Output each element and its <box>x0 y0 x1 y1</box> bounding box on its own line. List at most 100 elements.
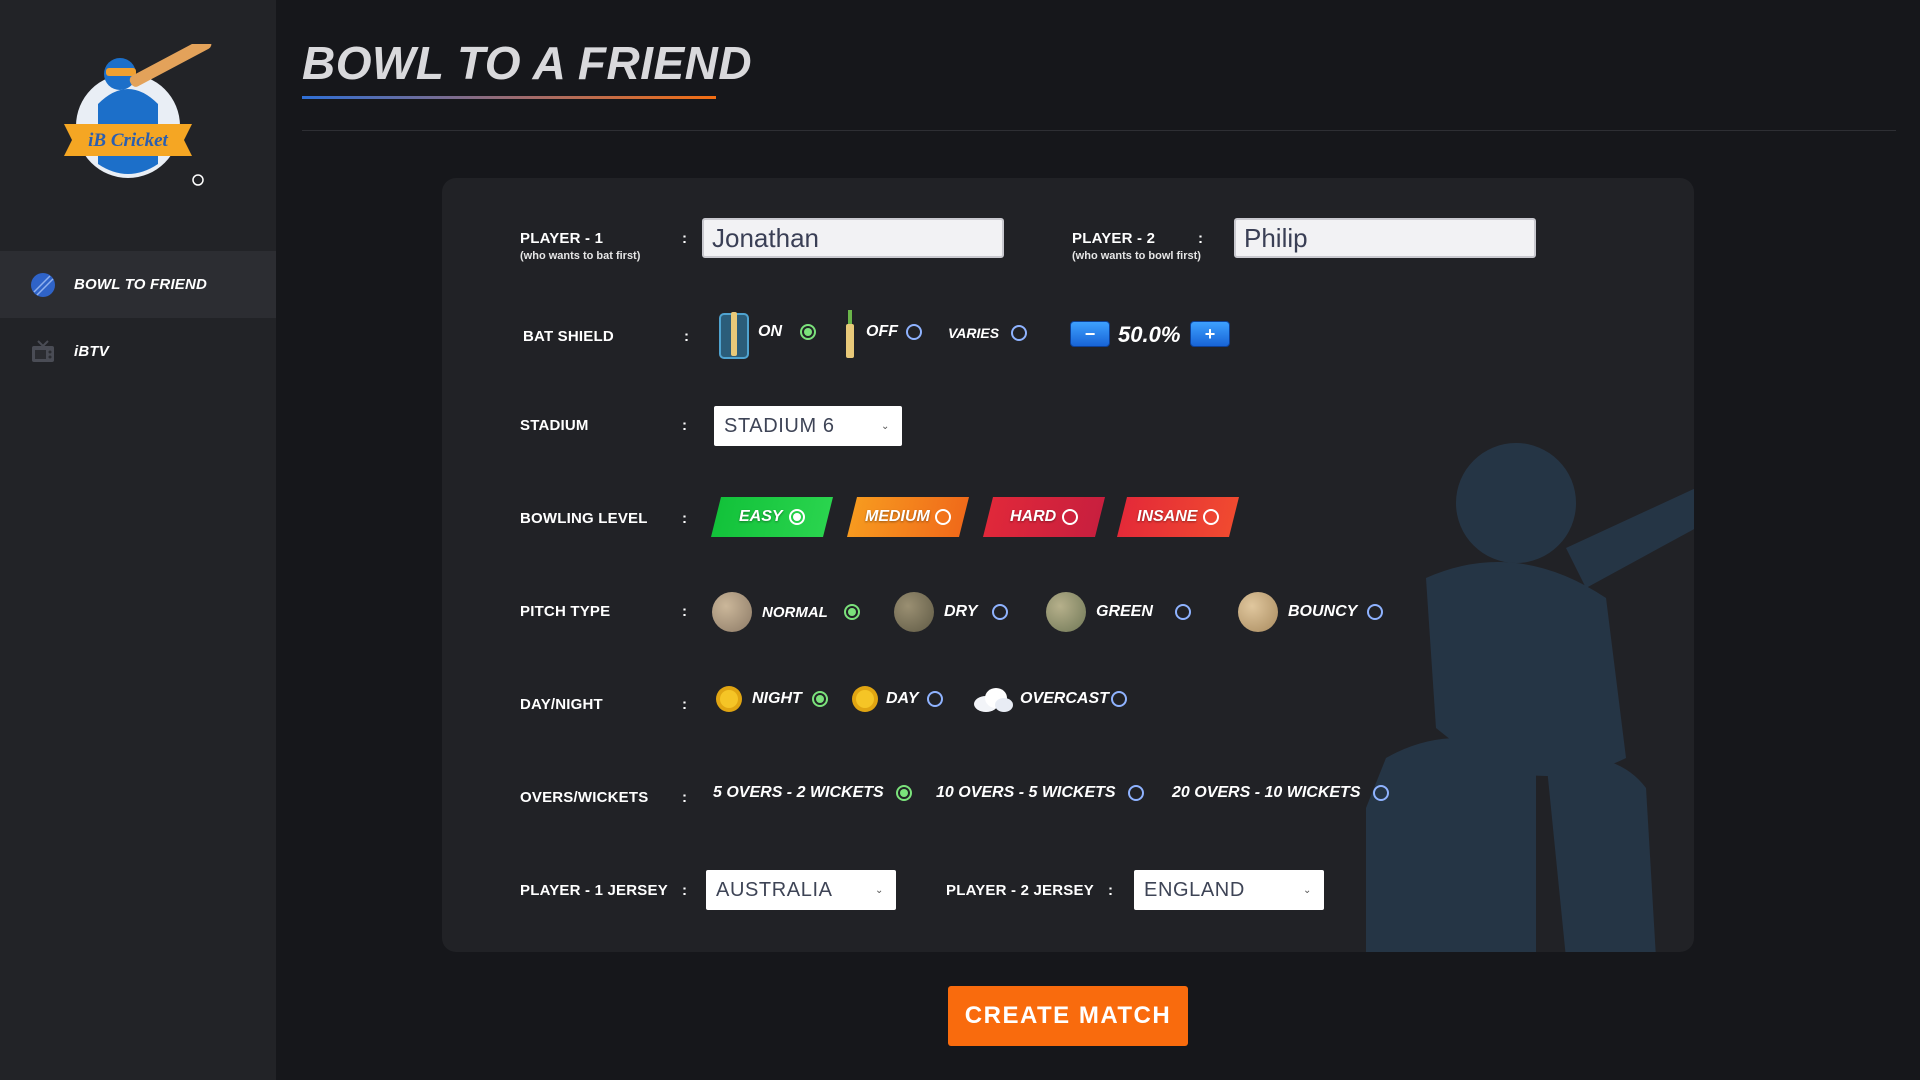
bowling-level-medium[interactable]: MEDIUM <box>847 497 969 537</box>
decrease-percent-button[interactable]: − <box>1070 321 1110 347</box>
sun-icon <box>716 686 742 712</box>
overcast-radio[interactable] <box>1110 691 1127 707</box>
bat-shield-on-label: ON <box>758 323 782 340</box>
overs-20-label: 20 OVERS - 10 WICKETS <box>1172 784 1361 801</box>
pitch-green-label: GREEN <box>1096 603 1153 620</box>
cloud-icon <box>974 688 1013 712</box>
pitch-green-option[interactable]: GREEN <box>1046 592 1191 632</box>
bat-shield-off-option[interactable]: OFF <box>866 323 922 341</box>
night-label: NIGHT <box>752 690 802 707</box>
overs-10-option[interactable]: 10 OVERS - 5 WICKETS <box>936 784 1144 802</box>
pitch-dry-option[interactable]: DRY <box>894 592 1008 632</box>
colon: : <box>682 230 687 247</box>
bowling-level-hard-radio[interactable] <box>1062 509 1079 525</box>
overs-5-radio[interactable] <box>895 785 912 801</box>
page-title: BOWL TO A FRIEND <box>302 37 753 89</box>
player1-jersey-select[interactable]: AUSTRALIA ⌄ <box>706 870 896 910</box>
bowling-level-label: BOWLING LEVEL <box>520 510 648 527</box>
sidebar: iB Cricket BOWL TO FRIEND iBTV <box>0 0 276 1080</box>
overs-20-option[interactable]: 20 OVERS - 10 WICKETS <box>1172 784 1389 802</box>
pitch-bouncy-label: BOUNCY <box>1288 603 1358 620</box>
player1-jersey-label: PLAYER - 1 JERSEY <box>520 882 668 899</box>
overs-10-radio[interactable] <box>1127 785 1144 801</box>
player2-label: PLAYER - 2 <box>1072 230 1156 247</box>
bowling-level-insane[interactable]: INSANE <box>1117 497 1239 537</box>
colon: : <box>684 328 689 345</box>
tv-icon <box>32 339 54 362</box>
pitch-bouncy-radio[interactable] <box>1367 604 1384 620</box>
player1-label: PLAYER - 1 <box>520 230 604 247</box>
bowling-level-easy-radio[interactable] <box>788 509 805 525</box>
colon: : <box>682 882 687 899</box>
title-underline <box>302 96 716 99</box>
pitch-dry-radio[interactable] <box>991 604 1008 620</box>
chevron-down-icon: ⌄ <box>881 420 890 432</box>
bat-shield-off-radio[interactable] <box>906 324 922 340</box>
bat-shield-off-label: OFF <box>866 323 898 340</box>
sidebar-item-bowl-to-friend[interactable]: BOWL TO FRIEND <box>0 251 276 318</box>
bat-shield-percent: 50.0% <box>1118 322 1181 347</box>
ib-cricket-logo[interactable]: iB Cricket <box>58 44 218 194</box>
overs-5-option[interactable]: 5 OVERS - 2 WICKETS <box>713 784 912 802</box>
colon: : <box>682 417 687 434</box>
stadium-select[interactable]: STADIUM 6 ⌄ <box>714 406 902 446</box>
day-night-label: DAY/NIGHT <box>520 696 603 713</box>
pitch-normal-icon <box>712 592 752 632</box>
sidebar-item-label: BOWL TO FRIEND <box>74 276 208 293</box>
pitch-bouncy-option[interactable]: BOUNCY <box>1238 592 1384 632</box>
bowling-level-insane-radio[interactable] <box>1203 509 1220 525</box>
overs-5-label: 5 OVERS - 2 WICKETS <box>713 784 884 801</box>
day-option[interactable]: DAY <box>850 684 943 714</box>
colon: : <box>1198 230 1203 247</box>
cricket-ball-icon <box>31 272 55 297</box>
bowling-level-easy-label: EASY <box>739 508 783 525</box>
colon: : <box>1108 882 1113 899</box>
player2-jersey-label: PLAYER - 2 JERSEY <box>946 882 1094 899</box>
pitch-green-radio[interactable] <box>1174 604 1191 620</box>
bat-shield-on-option[interactable]: ON <box>758 323 816 341</box>
logo-text: iB Cricket <box>88 130 168 151</box>
player2-sublabel: (who wants to bowl first) <box>1072 250 1201 262</box>
colon: : <box>682 696 687 713</box>
match-settings-panel: PLAYER - 1 (who wants to bat first) : PL… <box>442 178 1694 952</box>
chevron-down-icon: ⌄ <box>1303 884 1312 896</box>
bat-shield-on-radio[interactable] <box>800 324 816 340</box>
bat-shield-off-icon <box>846 310 854 358</box>
bowling-level-hard-label: HARD <box>1009 508 1057 525</box>
bowling-level-medium-radio[interactable] <box>935 509 952 525</box>
create-match-button[interactable]: CREATE MATCH <box>948 986 1188 1046</box>
night-option[interactable]: NIGHT <box>714 684 828 714</box>
colon: : <box>682 510 687 527</box>
stadium-label: STADIUM <box>520 417 589 434</box>
sidebar-item-ibtv[interactable]: iBTV <box>0 318 276 385</box>
pitch-normal-option[interactable]: NORMAL <box>712 592 860 632</box>
night-radio[interactable] <box>811 691 828 707</box>
player2-jersey-value: ENGLAND <box>1144 878 1245 901</box>
bat-shield-varies-label: VARIES <box>948 325 1000 341</box>
overs-wickets-label: OVERS/WICKETS <box>520 789 649 806</box>
bowling-level-easy[interactable]: EASY <box>711 497 833 537</box>
pitch-normal-label: NORMAL <box>762 603 828 621</box>
bowling-level-hard[interactable]: HARD <box>983 497 1105 537</box>
sun-icon <box>852 686 878 712</box>
pitch-dry-label: DRY <box>944 603 978 620</box>
bat-shield-varies-option[interactable]: VARIES <box>948 325 1028 341</box>
pitch-normal-radio[interactable] <box>843 604 860 620</box>
overcast-option[interactable]: OVERCAST <box>972 684 1127 714</box>
player1-name-input[interactable] <box>702 218 1004 258</box>
colon: : <box>682 789 687 806</box>
pitch-bouncy-icon <box>1238 592 1278 632</box>
chevron-down-icon: ⌄ <box>875 884 884 896</box>
player2-name-input[interactable] <box>1234 218 1536 258</box>
day-radio[interactable] <box>926 691 943 707</box>
overs-20-radio[interactable] <box>1372 785 1389 801</box>
pitch-green-icon <box>1046 592 1086 632</box>
colon: : <box>682 603 687 620</box>
player1-jersey-value: AUSTRALIA <box>716 878 833 901</box>
sidebar-item-label: iBTV <box>74 343 109 360</box>
pitch-dry-icon <box>894 592 934 632</box>
player2-jersey-select[interactable]: ENGLAND ⌄ <box>1134 870 1324 910</box>
bat-shield-varies-radio[interactable] <box>1011 325 1028 341</box>
increase-percent-button[interactable]: + <box>1190 321 1230 347</box>
header-divider <box>302 130 1896 131</box>
